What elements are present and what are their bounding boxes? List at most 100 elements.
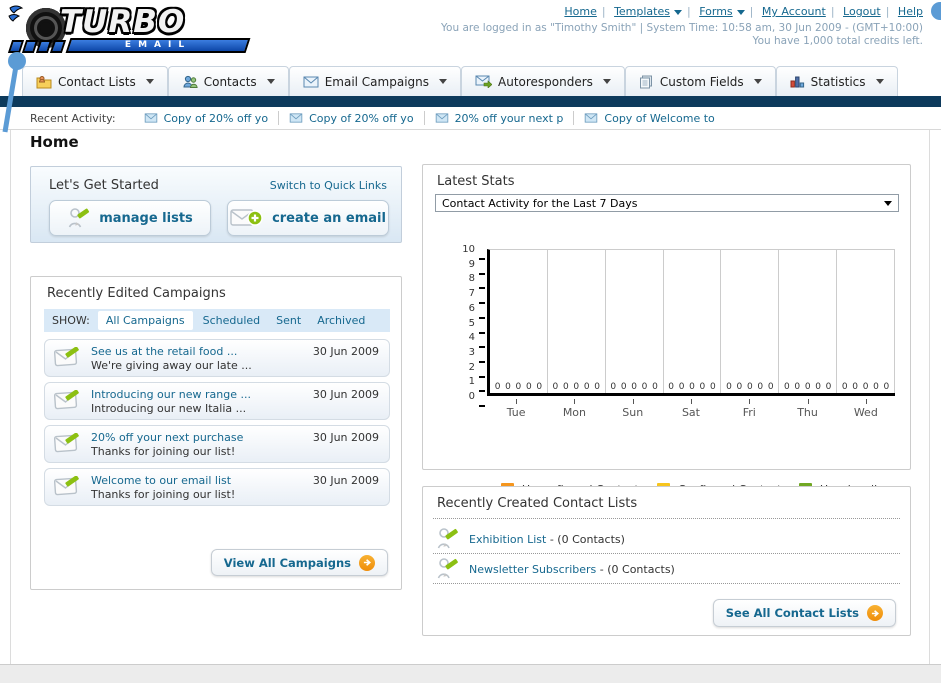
filter-sent[interactable]: Sent xyxy=(276,314,301,327)
envelope-arrow-icon xyxy=(475,75,492,88)
view-all-campaigns-button[interactable]: View All Campaigns xyxy=(210,549,388,576)
logo-subtitle: EMAIL xyxy=(124,40,192,50)
bar-value-label: 0 xyxy=(505,382,511,392)
bar-value-label: 0 xyxy=(815,382,821,392)
bar-value-label: 0 xyxy=(562,382,569,392)
campaign-title-link[interactable]: See us at the retail food ... xyxy=(91,345,237,358)
bar-value-label: 0 xyxy=(726,382,732,392)
people-icon xyxy=(183,75,198,88)
bar-value-label: 0 xyxy=(668,382,674,392)
tab-contact-lists[interactable]: Contact Lists xyxy=(22,66,168,96)
envelope-pencil-icon xyxy=(53,432,79,453)
arrow-right-icon xyxy=(867,605,883,621)
create-email-label: create an email xyxy=(272,210,386,226)
campaign-card[interactable]: Welcome to our email list Thanks for join… xyxy=(44,468,390,506)
filter-archived[interactable]: Archived xyxy=(317,314,365,327)
bar-value-label: 0 xyxy=(736,382,743,392)
chart-x-axis: Tue Mon Sun Sat Fri Thu Wed xyxy=(487,399,895,419)
person-pencil-icon xyxy=(437,528,458,549)
tab-autoresponders[interactable]: Autoresponders xyxy=(461,66,625,96)
bar-value-label: 0 xyxy=(610,382,617,392)
tab-email-campaigns[interactable]: Email Campaigns xyxy=(288,66,461,96)
caret-down-icon xyxy=(439,79,447,84)
person-pencil-icon xyxy=(68,208,90,228)
tab-custom-fields[interactable]: Custom Fields xyxy=(624,66,776,96)
caret-down-icon xyxy=(145,79,154,84)
x-tick-label: Fri xyxy=(720,399,778,419)
bar-value-label: 0 xyxy=(678,382,685,392)
filter-all-campaigns[interactable]: All Campaigns xyxy=(97,311,193,330)
top-link-home[interactable]: Home xyxy=(564,5,596,18)
recent-activity-item: Copy of Welcome to xyxy=(574,111,724,125)
campaign-card[interactable]: See us at the retail food ... We're givin… xyxy=(44,339,390,377)
chart-day-group: 00000 xyxy=(490,250,548,393)
bar-value-label: 0 xyxy=(746,382,753,392)
bar-value-label: 0 xyxy=(767,382,774,392)
bar-value-label: 0 xyxy=(699,382,706,392)
dotted-divider xyxy=(433,518,900,519)
campaign-title-link[interactable]: Welcome to our email list xyxy=(91,474,231,487)
create-an-email-button[interactable]: create an email xyxy=(227,200,389,236)
arrow-right-icon xyxy=(359,554,375,571)
recent-activity-link[interactable]: 20% off your next p xyxy=(455,112,564,125)
stats-panel-title: Latest Stats xyxy=(437,174,515,189)
recent-activity-item: Copy of 20% off yo xyxy=(279,111,425,125)
envelope-plus-icon xyxy=(230,209,263,226)
campaigns-filter-bar: SHOW: All Campaigns Scheduled Sent Archi… xyxy=(44,309,390,332)
page-title: Home xyxy=(30,133,79,151)
top-link-forms[interactable]: Forms xyxy=(699,5,745,18)
latest-stats-panel: Latest Stats Contact Activity for the La… xyxy=(422,164,911,515)
bar-value-label: 0 xyxy=(873,382,879,392)
bar-value-label: 0 xyxy=(573,382,580,392)
y-tick-label: 2 xyxy=(468,361,475,373)
top-link-logout[interactable]: Logout xyxy=(843,5,881,18)
navy-divider-bar xyxy=(0,96,941,107)
bar-value-label: 0 xyxy=(641,382,648,392)
caret-down-icon xyxy=(602,79,611,84)
recent-activity-link[interactable]: Copy of 20% off yo xyxy=(164,112,269,125)
dotted-divider xyxy=(433,583,900,584)
person-pencil-icon xyxy=(437,558,458,579)
recent-activity-item: 20% off your next p xyxy=(425,111,575,125)
recent-activity-link[interactable]: Copy of 20% off yo xyxy=(309,112,414,125)
bar-value-label: 0 xyxy=(631,382,637,392)
campaign-card[interactable]: 20% off your next purchase Thanks for joi… xyxy=(44,425,390,463)
bar-value-label: 0 xyxy=(494,382,501,392)
bar-value-label: 0 xyxy=(583,382,590,392)
contact-list-item: Exhibition List - (0 Contacts) xyxy=(437,525,625,553)
header: TURBO EMAIL Home | Templates | Forms | My A… xyxy=(0,0,941,62)
contact-list-item: Newsletter Subscribers - (0 Contacts) xyxy=(437,555,675,583)
bar-value-label: 0 xyxy=(883,382,890,392)
top-nav-links: Home | Templates | Forms | My Account | Logo… xyxy=(564,5,923,18)
y-tick-label: 5 xyxy=(468,317,475,329)
x-tick-label: Mon xyxy=(545,399,603,419)
top-link-my-account[interactable]: My Account xyxy=(762,5,826,18)
campaign-card[interactable]: Introducing our new range ... Introducing… xyxy=(44,382,390,420)
filter-scheduled[interactable]: Scheduled xyxy=(203,314,261,327)
bar-chart-icon xyxy=(790,76,804,88)
manage-lists-button[interactable]: manage lists xyxy=(49,200,211,236)
tab-contacts[interactable]: Contacts xyxy=(167,66,289,96)
campaign-subtitle: Introducing our new Italia ... xyxy=(91,402,247,415)
campaign-subtitle: Thanks for joining our list! xyxy=(91,488,236,501)
envelope-icon xyxy=(144,113,157,123)
y-tick-label: 8 xyxy=(468,273,475,285)
recent-activity-link[interactable]: Copy of Welcome to xyxy=(604,112,714,125)
top-link-help[interactable]: Help xyxy=(898,5,923,18)
campaign-title-link[interactable]: 20% off your next purchase xyxy=(91,431,243,444)
contact-list-link[interactable]: Newsletter Subscribers xyxy=(469,563,596,576)
campaign-title-link[interactable]: Introducing our new range ... xyxy=(91,388,251,401)
caret-down-icon xyxy=(875,79,884,84)
contact-list-link[interactable]: Exhibition List xyxy=(469,533,546,546)
see-all-contact-lists-button[interactable]: See All Contact Lists xyxy=(712,599,896,627)
main-nav-tabbar: Contact Lists Contacts Email Campaigns A… xyxy=(0,66,941,96)
pages-icon xyxy=(639,75,652,88)
dotted-divider xyxy=(433,553,900,554)
stats-report-select[interactable]: Contact Activity for the Last 7 Days xyxy=(435,194,899,212)
switch-to-quick-links[interactable]: Switch to Quick Links xyxy=(270,179,387,192)
bar-value-label: 0 xyxy=(852,382,858,392)
recently-created-contact-lists-panel: Recently Created Contact Lists Exhibitio… xyxy=(422,486,911,636)
envelope-icon xyxy=(435,113,448,123)
top-link-templates[interactable]: Templates xyxy=(614,5,682,18)
tab-statistics[interactable]: Statistics xyxy=(775,66,898,96)
